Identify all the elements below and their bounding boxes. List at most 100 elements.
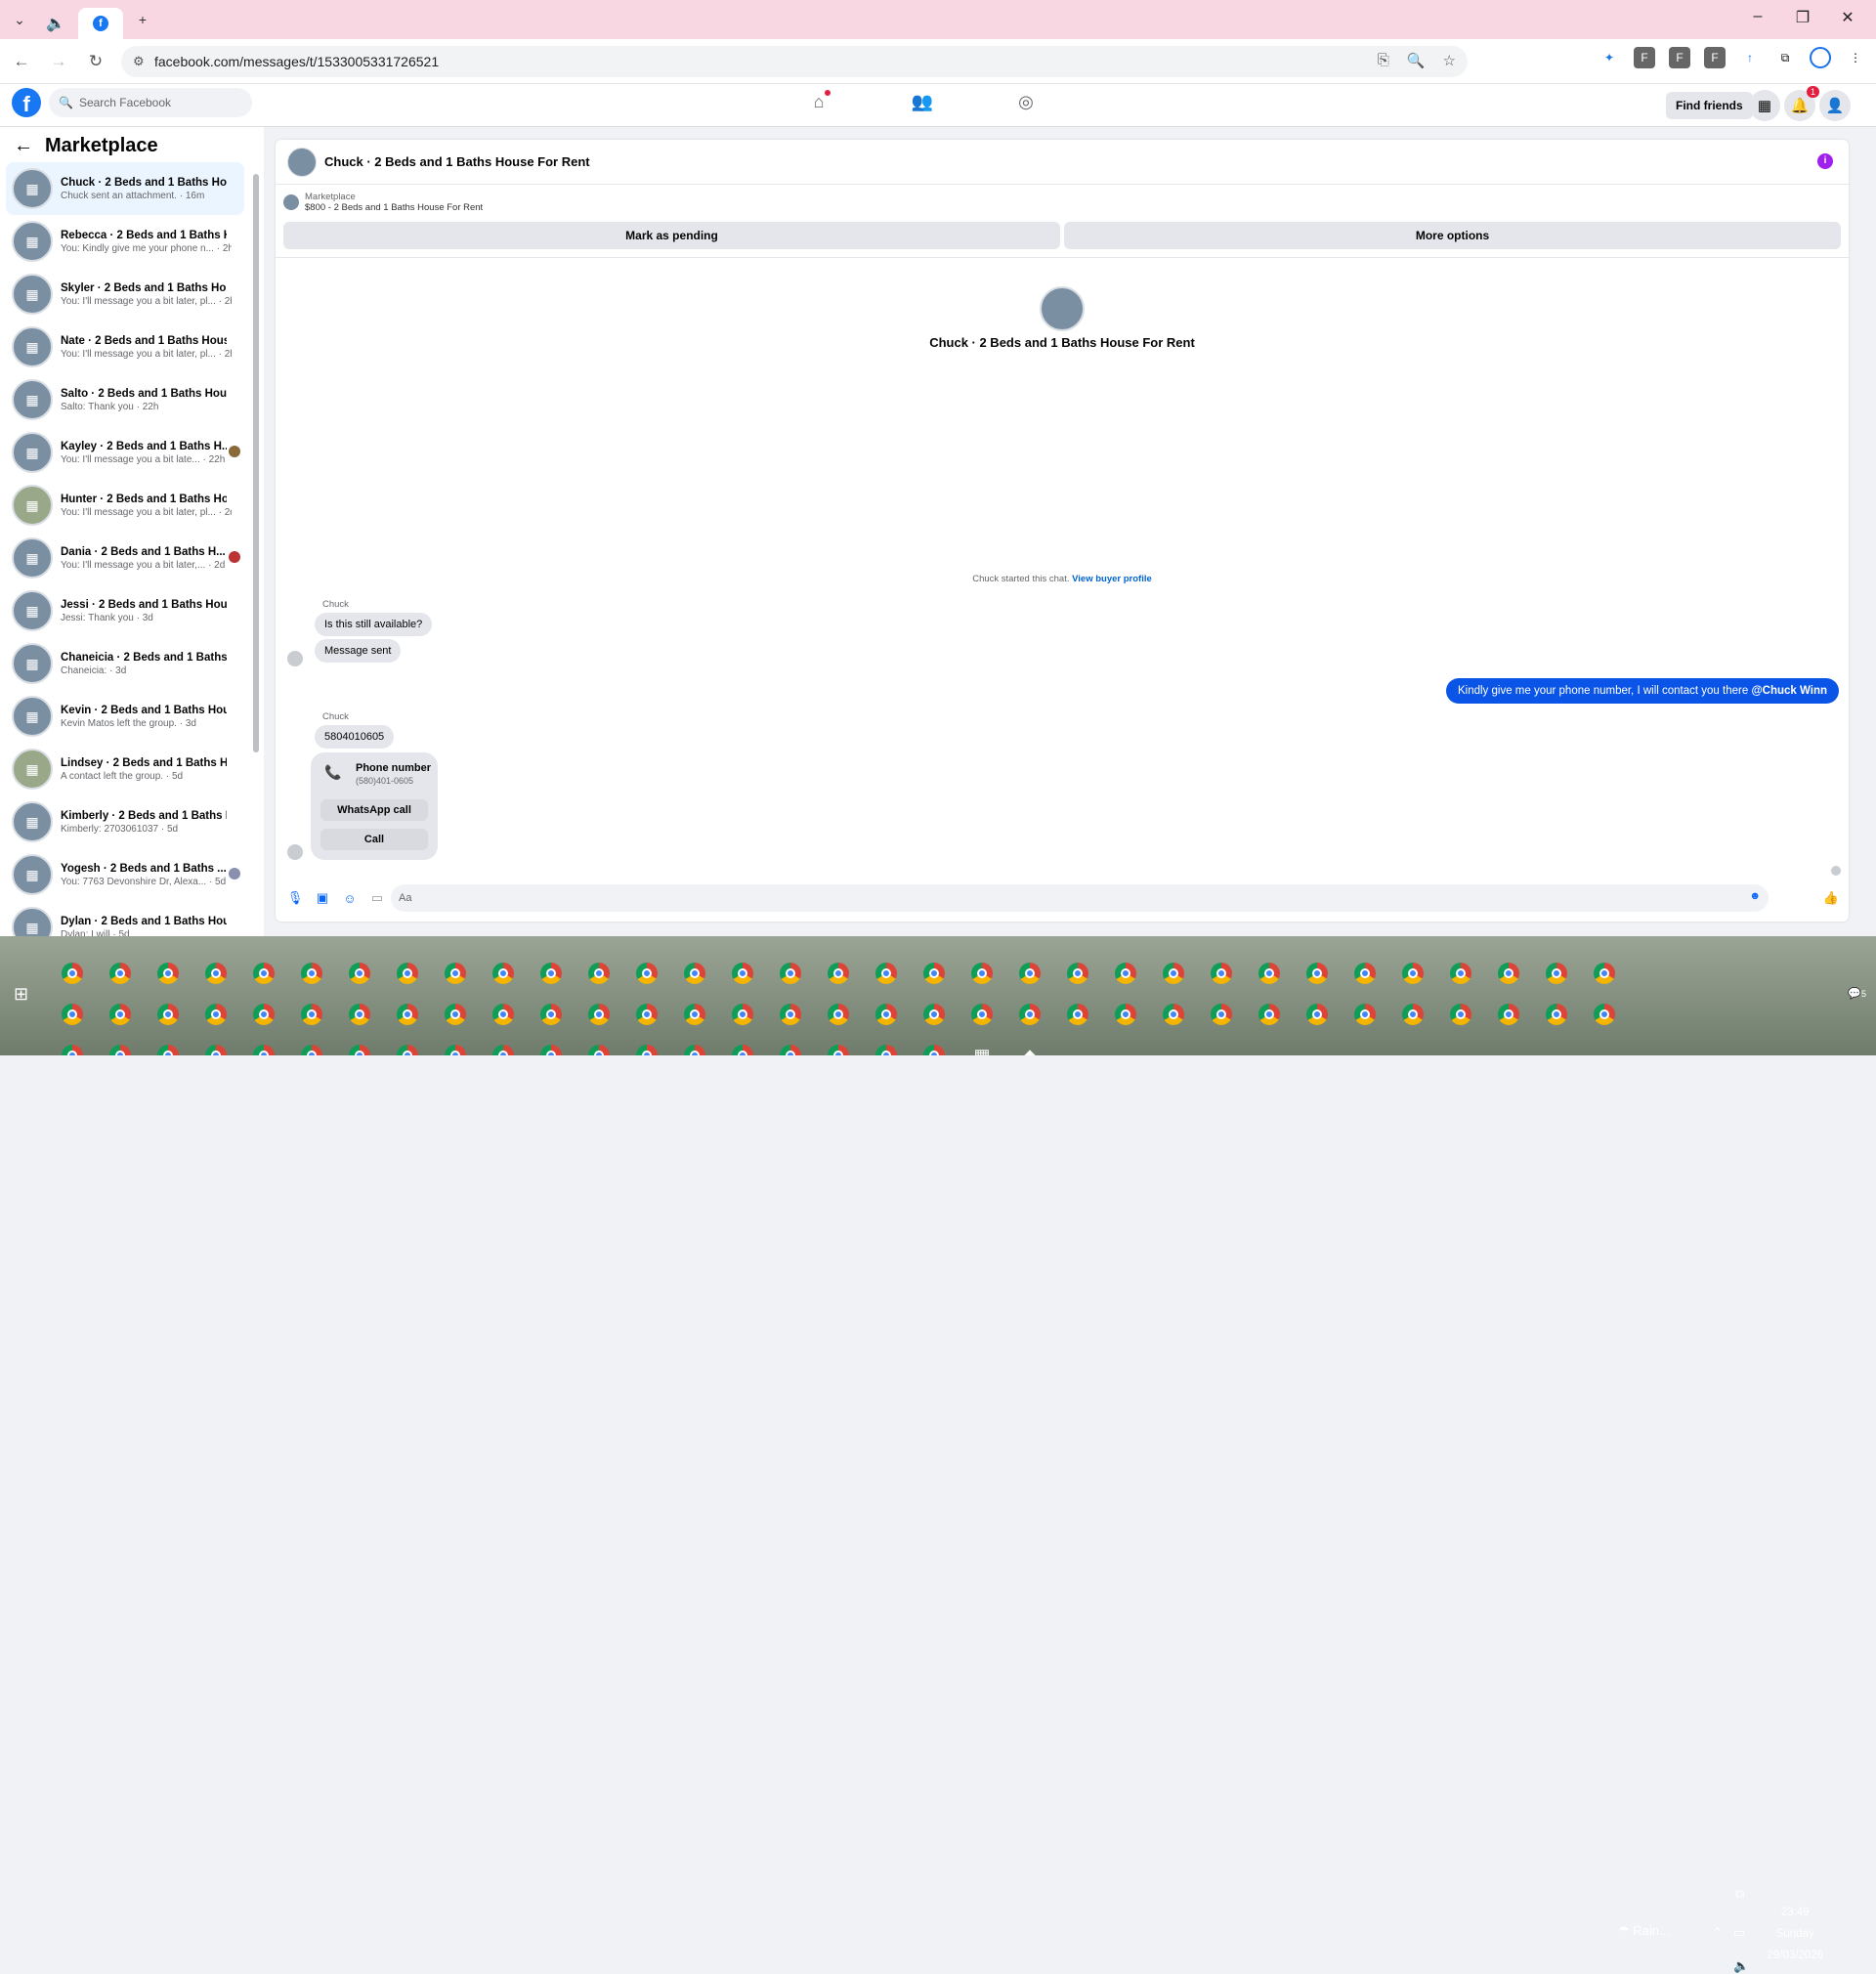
chrome-taskbar-icon[interactable] (1347, 997, 1383, 1032)
chrome-taskbar-icon[interactable] (342, 997, 377, 1032)
chrome-taskbar-icon[interactable] (150, 997, 186, 1032)
extension-f2-icon[interactable]: F (1669, 47, 1690, 68)
notifications-bell-icon[interactable]: 🔔 1 (1784, 86, 1819, 121)
chrome-taskbar-icon[interactable] (773, 1038, 808, 1055)
message-bubble[interactable]: 5804010605 (315, 725, 395, 749)
mark-pending-button[interactable]: Mark as pending (283, 222, 1060, 249)
groups-icon[interactable]: ◎ (1014, 92, 1038, 115)
chrome-taskbar-icon[interactable] (390, 1038, 425, 1055)
chrome-taskbar-icon[interactable] (773, 956, 808, 991)
weather-widget[interactable]: ☂ Rain... (1618, 1923, 1670, 1939)
conversation-item[interactable]: ▦ Kimberly · 2 Beds and 1 Baths H... Kimbe… (6, 795, 244, 848)
conversation-item[interactable]: ▦ Skyler · 2 Beds and 1 Baths Hou... You: … (6, 268, 244, 321)
chrome-taskbar-icon[interactable] (917, 1038, 952, 1055)
taskbar-clock[interactable]: 23:49 Sunday 29/03/2026 (1767, 1902, 1823, 1966)
volume-icon[interactable]: 🔈 (1733, 1958, 1749, 1974)
scrollbar-thumb[interactable] (253, 174, 259, 752)
chrome-taskbar-icon[interactable] (677, 956, 712, 991)
extensions-menu-icon[interactable]: ⧉ (1774, 47, 1796, 68)
chrome-taskbar-icon[interactable] (1395, 997, 1430, 1032)
chat-title[interactable]: Chuck · 2 Beds and 1 Baths House For Ren… (324, 154, 590, 169)
message-bubble[interactable]: Is this still available? (315, 613, 433, 636)
chrome-taskbar-icon[interactable] (629, 997, 664, 1032)
chrome-taskbar-icon[interactable] (55, 1038, 90, 1055)
chrome-taskbar-icon[interactable] (1587, 997, 1622, 1032)
chrome-taskbar-icon[interactable] (1587, 956, 1622, 991)
photo-icon[interactable]: ▣ (309, 890, 336, 906)
chrome-taskbar-icon[interactable] (1252, 997, 1287, 1032)
bookmark-star-icon[interactable]: ☆ (1443, 52, 1456, 69)
menu-grid-icon[interactable]: ▦ (1749, 90, 1780, 121)
back-arrow-icon[interactable]: ← (14, 135, 33, 157)
meet-now-icon[interactable]: ⧉ (1735, 1886, 1744, 1902)
back-icon[interactable]: ← (6, 52, 37, 71)
chrome-taskbar-icon[interactable] (198, 956, 234, 991)
sidebar-scrollbar[interactable] (252, 162, 260, 930)
chrome-taskbar-icon[interactable] (1012, 956, 1047, 991)
chrome-taskbar-icon[interactable] (1012, 997, 1047, 1032)
conversation-item[interactable]: ▦ Salto · 2 Beds and 1 Baths Hous... Salto… (6, 373, 244, 426)
chrome-taskbar-icon[interactable] (869, 1038, 904, 1055)
chrome-taskbar-icon[interactable] (1443, 956, 1478, 991)
conversation-item[interactable]: ▦ Dania · 2 Beds and 1 Baths H... You: I'l… (6, 532, 244, 584)
chrome-taskbar-icon[interactable] (725, 956, 760, 991)
chrome-taskbar-icon[interactable] (1060, 956, 1095, 991)
chrome-taskbar-icon[interactable] (917, 956, 952, 991)
chrome-taskbar-icon[interactable] (150, 1038, 186, 1055)
mention-link[interactable]: @Chuck Winn (1751, 685, 1827, 697)
conversation-item[interactable]: ▦ Lindsey · 2 Beds and 1 Baths Ho... A con… (6, 743, 244, 795)
chrome-taskbar-icon[interactable] (342, 956, 377, 991)
network-icon[interactable]: ▭ (1733, 1925, 1745, 1941)
chrome-taskbar-icon[interactable] (773, 997, 808, 1032)
chrome-taskbar-icon[interactable] (486, 1038, 521, 1055)
chrome-taskbar-icon[interactable] (1204, 997, 1239, 1032)
tab-facebook[interactable]: f (78, 8, 123, 39)
conversation-item[interactable]: ▦ Chuck · 2 Beds and 1 Baths Hou... Chuck … (6, 162, 244, 215)
chrome-taskbar-icon[interactable] (1491, 997, 1526, 1032)
chrome-taskbar-icon[interactable] (103, 997, 138, 1032)
chrome-taskbar-icon[interactable] (869, 956, 904, 991)
conversation-item[interactable]: ▦ Chaneicia · 2 Beds and 1 Baths ... Chane… (6, 637, 244, 690)
chrome-taskbar-icon[interactable] (964, 997, 1000, 1032)
sender-avatar[interactable] (287, 844, 303, 860)
conversation-item[interactable]: ▦ Hunter · 2 Beds and 1 Baths Ho... You: I… (6, 479, 244, 532)
chrome-taskbar-icon[interactable] (294, 997, 329, 1032)
chrome-taskbar-icon[interactable] (103, 956, 138, 991)
chrome-taskbar-icon[interactable] (533, 997, 569, 1032)
chrome-taskbar-icon[interactable] (438, 956, 473, 991)
microphone-icon[interactable]: 🎙 (281, 890, 309, 906)
sender-avatar[interactable] (287, 651, 303, 666)
home-icon[interactable]: ⌂ (807, 90, 831, 115)
chrome-taskbar-icon[interactable] (390, 997, 425, 1032)
chrome-taskbar-icon[interactable] (677, 1038, 712, 1055)
conversation-item[interactable]: ▦ Kayley · 2 Beds and 1 Baths H... You: I'… (6, 426, 244, 479)
emoji-icon[interactable]: ☻ (1749, 890, 1761, 902)
profile-icon[interactable] (1810, 47, 1831, 68)
chat-profile-avatar[interactable] (1040, 286, 1085, 331)
facebook-search-input[interactable]: 🔍 Search Facebook (49, 88, 252, 117)
extension-puzzle-icon[interactable]: ✦ (1599, 47, 1620, 68)
message-input[interactable]: Aa ☻ (391, 884, 1769, 912)
chrome-taskbar-icon[interactable] (294, 956, 329, 991)
chrome-taskbar-icon[interactable] (246, 1038, 281, 1055)
whatsapp-call-button[interactable]: WhatsApp call (320, 799, 428, 821)
chrome-taskbar-icon[interactable] (1300, 956, 1335, 991)
zoom-icon[interactable]: 🔍 (1407, 52, 1426, 69)
friends-icon[interactable]: 👥 (911, 92, 934, 115)
chat-avatar[interactable] (287, 147, 317, 177)
chrome-taskbar-icon[interactable] (533, 1038, 569, 1055)
site-info-icon[interactable]: ⚙ (133, 54, 145, 69)
conversation-item[interactable]: ▦ Nate · 2 Beds and 1 Baths Hous... You: I… (6, 321, 244, 373)
extension-pin-icon[interactable]: ↑ (1739, 47, 1761, 68)
chrome-taskbar-icon[interactable] (246, 956, 281, 991)
chrome-taskbar-icon[interactable] (390, 956, 425, 991)
chrome-taskbar-icon[interactable] (1347, 956, 1383, 991)
conversation-item[interactable]: ▦ Kevin · 2 Beds and 1 Baths Hous...Kevin… (6, 690, 244, 743)
info-icon[interactable]: i (1817, 153, 1833, 169)
chrome-taskbar-icon[interactable] (1108, 956, 1143, 991)
conversation-item[interactable]: ▦ Jessi · 2 Beds and 1 Baths Hous... Jessi… (6, 584, 244, 637)
install-icon[interactable]: ⎘ (1378, 52, 1389, 69)
tray-chevron-icon[interactable]: ⌃ (1712, 1925, 1723, 1941)
chrome-taskbar-icon[interactable] (869, 997, 904, 1032)
tab-search-chevron-icon[interactable]: ⌄ (6, 6, 33, 33)
